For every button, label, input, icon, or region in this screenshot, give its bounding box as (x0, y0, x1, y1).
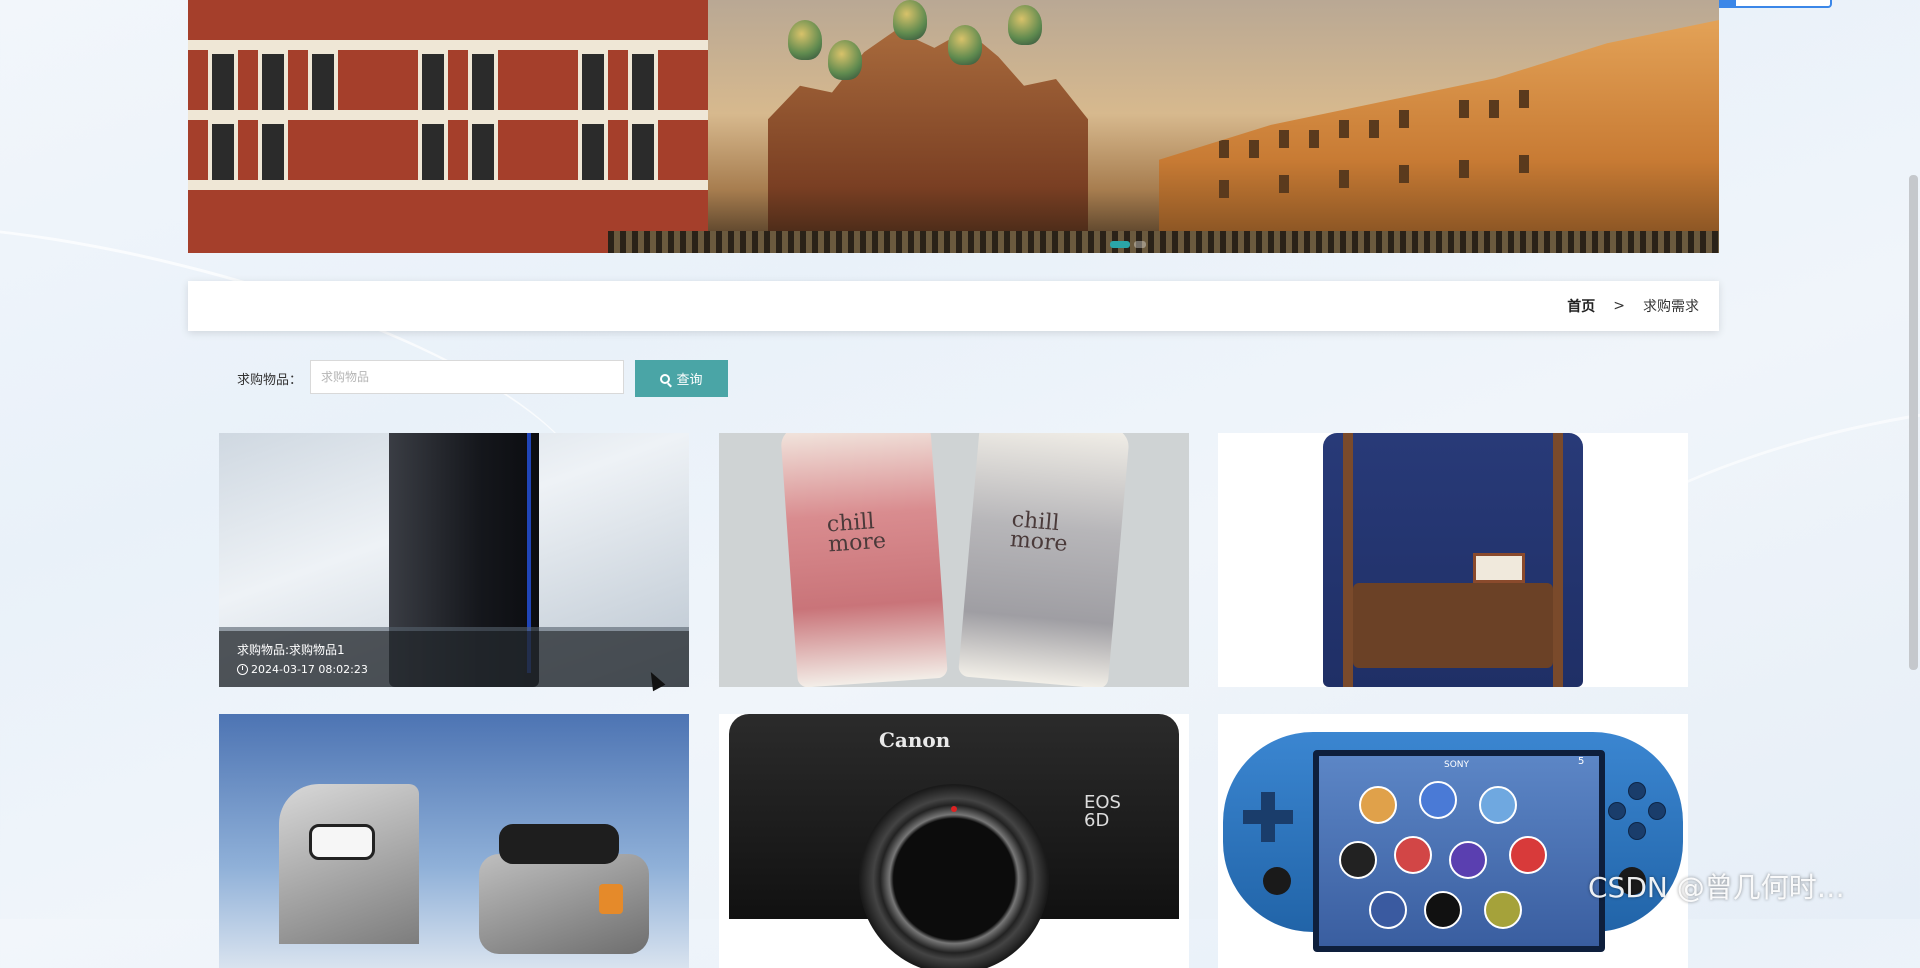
clock-icon (237, 664, 248, 675)
search-input[interactable] (310, 360, 624, 394)
card-caption: 求购物品:求购物品1 2024-03-17 08:02:23 (219, 631, 689, 687)
banner-bridge (608, 231, 1719, 253)
card-date-text: 2024-03-17 08:02:23 (251, 663, 368, 676)
watermark: CSDN @曾几何时… (1588, 871, 1845, 904)
header-button-fragment[interactable] (1704, 0, 1832, 8)
banner-dome (893, 0, 927, 40)
breadcrumb-separator: > (1613, 298, 1625, 314)
request-card[interactable]: Canon EOS 6D (719, 714, 1189, 968)
request-card[interactable]: chill more chill more (719, 433, 1189, 687)
product-text: more (1008, 527, 1069, 557)
banner-building-left (188, 0, 708, 253)
request-card[interactable]: SONY 5 (1218, 714, 1688, 968)
banner-dome (948, 25, 982, 65)
banner-building-right (1159, 20, 1719, 253)
request-card[interactable] (219, 714, 689, 968)
search-button-label: 查询 (676, 373, 703, 388)
camera-brand-text: Canon (879, 728, 951, 752)
search-button[interactable]: 查询 (635, 360, 728, 397)
card-image-scooter (239, 744, 649, 954)
banner-dome (828, 40, 862, 80)
banner-carousel[interactable] (188, 0, 1719, 253)
card-date: 2024-03-17 08:02:23 (237, 663, 368, 676)
card-image-cream-tube: chill more (957, 433, 1131, 687)
breadcrumb-bar: 首页 > 求购需求 (188, 281, 1719, 331)
request-card[interactable] (1218, 433, 1688, 687)
card-title: 求购物品:求购物品1 (237, 643, 345, 657)
card-image-camera: Canon EOS 6D (729, 714, 1179, 968)
search-icon (660, 373, 671, 384)
console-brand-text: SONY (1444, 760, 1470, 770)
camera-model-text: 6D (1084, 810, 1110, 831)
carousel-indicator-active[interactable] (1110, 241, 1130, 248)
banner-church (768, 30, 1088, 253)
banner-dome (1008, 5, 1042, 45)
banner-dome (788, 20, 822, 60)
breadcrumb-current: 求购需求 (1643, 299, 1699, 315)
product-text: more (827, 528, 887, 558)
page-scrollbar[interactable] (1909, 175, 1918, 670)
card-image-backpack (1323, 433, 1583, 687)
search-label: 求购物品： (237, 373, 303, 388)
console-badge-text: 5 (1578, 756, 1585, 767)
breadcrumb-home-link[interactable]: 首页 (1567, 296, 1595, 316)
request-card[interactable]: 求购物品:求购物品1 2024-03-17 08:02:23 (219, 433, 689, 687)
carousel-indicator[interactable] (1134, 241, 1146, 248)
card-image-cream-tube: chill more (780, 433, 948, 687)
breadcrumb: 首页 > 求购需求 (1567, 281, 1699, 331)
